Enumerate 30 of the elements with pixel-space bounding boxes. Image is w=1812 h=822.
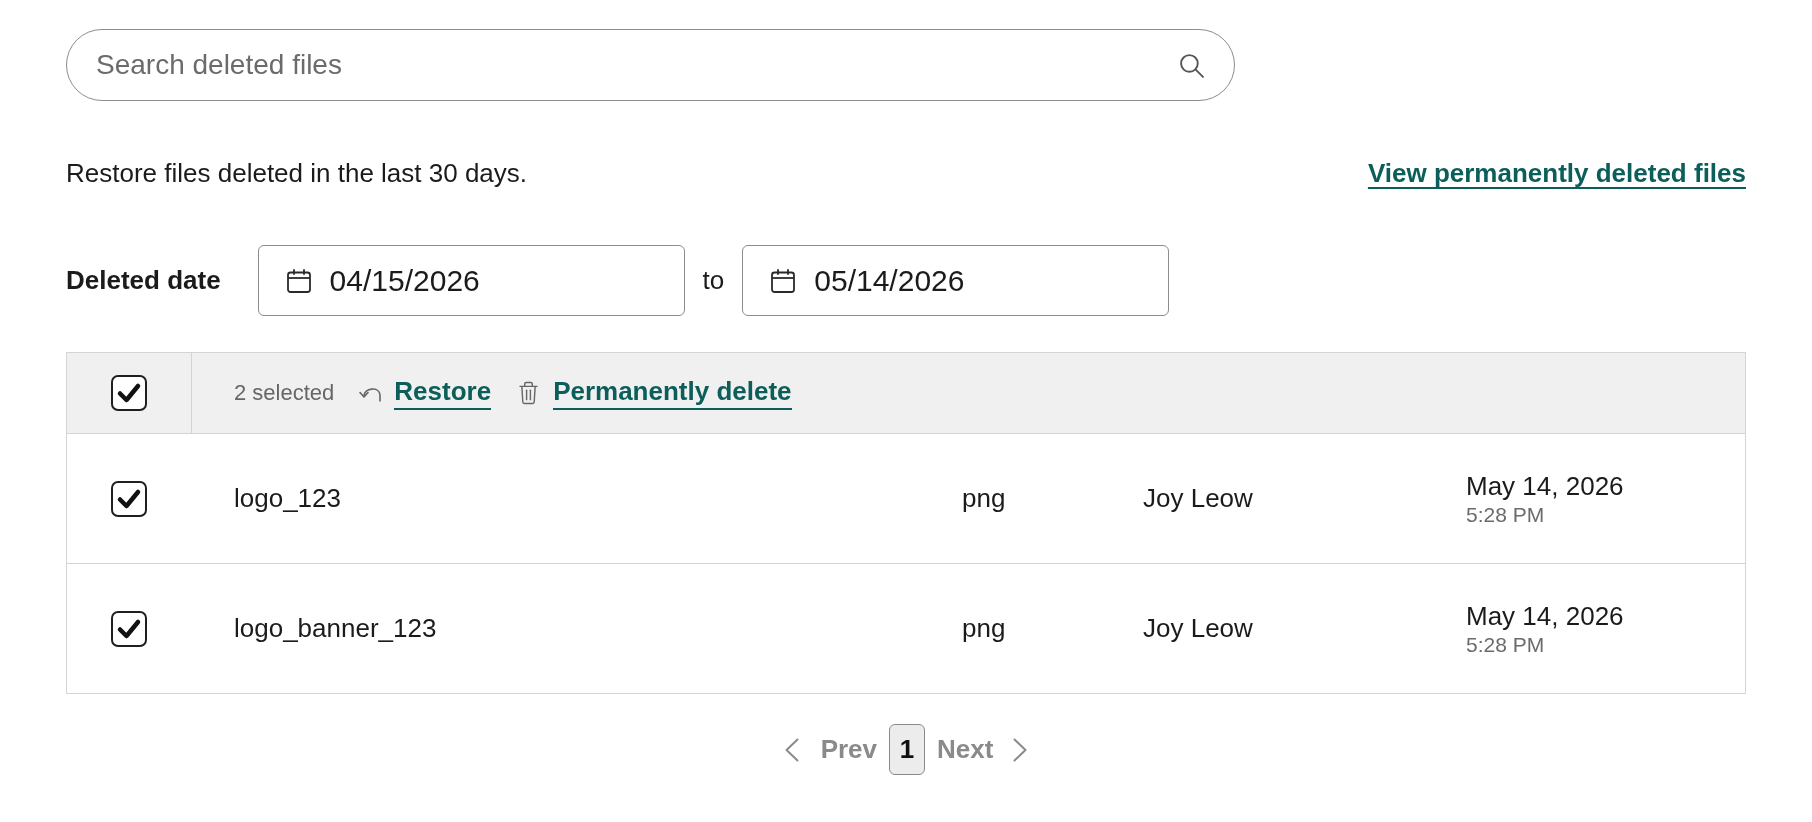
file-name-cell: logo_banner_123 (234, 613, 437, 644)
file-type-cell: png (962, 483, 1006, 514)
view-deleted-files-link[interactable]: View permanently deleted files (1367, 158, 1746, 188)
deleted-date-label: Deleted date (66, 265, 221, 296)
deleted-time-text: 5:28 PM (1466, 631, 1545, 658)
page-button[interactable]: 1 (889, 724, 925, 775)
file-type-cell: png (962, 613, 1006, 644)
date-field[interactable]: 05/14/2026 (742, 245, 1170, 316)
chevron-right-icon (1013, 737, 1028, 762)
checkbox[interactable] (111, 480, 147, 517)
deleted-time-text: 5:28 PM (1466, 501, 1545, 528)
trash-icon (519, 381, 539, 405)
restore-button[interactable]: Restore (359, 376, 492, 410)
permanently-delete-button[interactable]: Permanently delete (519, 376, 792, 410)
owner-cell: Joy Leow (1143, 483, 1253, 514)
checkbox[interactable] (111, 375, 147, 411)
deleted-date-text: May 14, 2026 (1466, 469, 1624, 502)
selection-count-text: 2 selected (234, 380, 335, 406)
deleted-date-text: May 14, 2026 (1466, 599, 1624, 632)
search-icon[interactable] (1179, 53, 1204, 78)
date-range-separator: to (702, 265, 725, 296)
date-field[interactable]: 04/15/2026 (257, 245, 685, 316)
owner-cell: Joy Leow (1143, 613, 1253, 644)
intro-text: Restore files deleted in the last 30 days. (66, 158, 528, 188)
calendar-icon (771, 268, 796, 293)
calendar-icon (286, 268, 311, 293)
chevron-left-icon (784, 737, 799, 762)
file-name-cell: logo_123 (234, 483, 341, 514)
search-field[interactable]: Search deleted files (66, 29, 1235, 101)
checkbox[interactable] (111, 610, 147, 647)
